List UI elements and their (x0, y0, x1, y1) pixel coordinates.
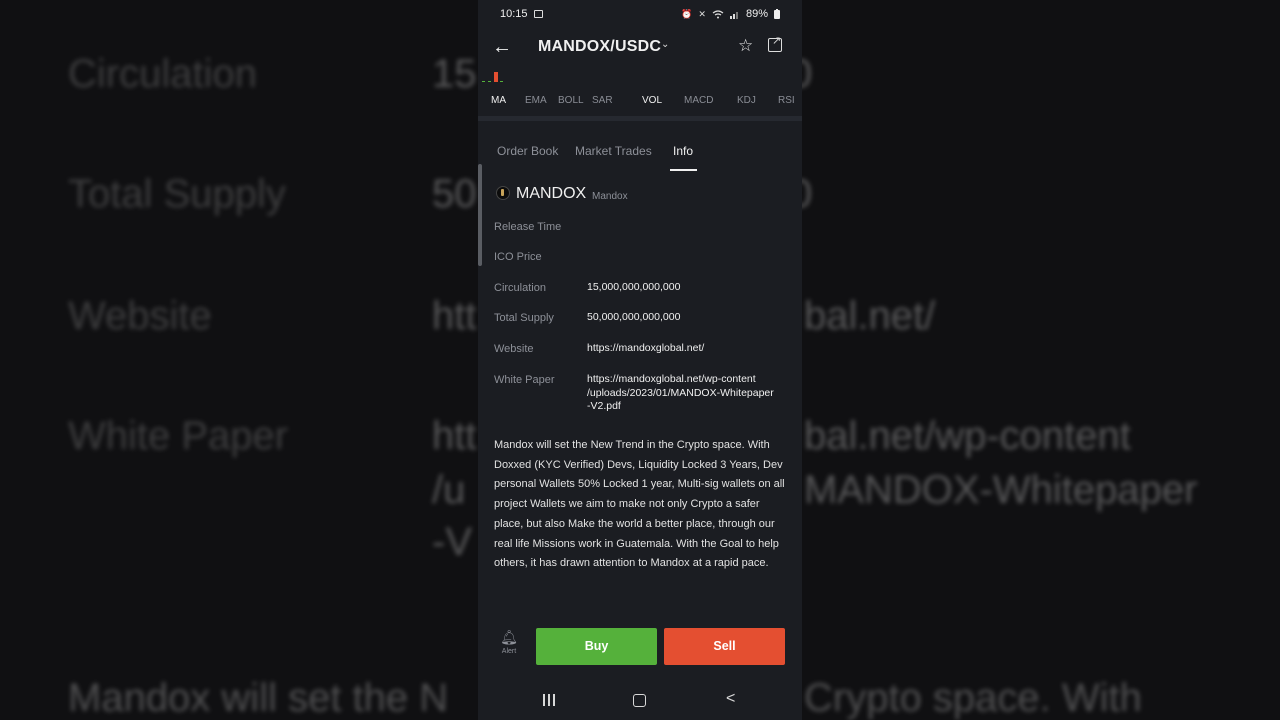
trade-action-bar: 🔔︎ Alert Buy Sell (478, 628, 802, 666)
bg-value-total-supply: 50 (432, 172, 477, 216)
signal-icon (729, 11, 738, 19)
coin-logo-icon (496, 186, 510, 200)
indicator-kdj[interactable]: KDJ (737, 95, 756, 106)
star-icon[interactable]: ☆ (738, 36, 753, 56)
share-icon[interactable] (768, 34, 782, 52)
status-time: 10:15 (500, 8, 528, 20)
tab-market-trades[interactable]: Market Trades (575, 144, 652, 158)
bg-description: Mandox will set the N (68, 676, 449, 720)
ico-price-label: ICO Price (494, 251, 542, 263)
indicator-vol[interactable]: VOL (642, 95, 662, 106)
bell-icon: 🔔︎ (500, 629, 518, 645)
coin-symbol: MANDOX (516, 185, 587, 202)
bg-value-white-paper: htt (432, 414, 477, 458)
bg-description-right: Crypto space. With (804, 676, 1142, 720)
bg-label-website: Website (68, 294, 212, 338)
white-paper-link-line: /uploads/2023/01/MANDOX-Whitepaper (587, 386, 774, 399)
indicator-ema[interactable]: EMA (525, 95, 547, 106)
website-label: Website (494, 343, 534, 355)
volume-bars (482, 72, 503, 82)
website-link[interactable]: https://mandoxglobal.net/ (587, 342, 792, 356)
indicator-ma[interactable]: MA (491, 95, 506, 106)
bg-value-website: htt (432, 294, 477, 338)
system-nav-bar: < (478, 684, 802, 720)
video-icon (534, 10, 543, 18)
coin-name: Mandox (592, 191, 628, 202)
indicator-rsi[interactable]: RSI (778, 95, 795, 106)
bg-fragment: -V (432, 520, 472, 564)
tab-info[interactable]: Info (673, 144, 693, 158)
bg-label-total-supply: Total Supply (68, 172, 286, 216)
tab-order-book[interactable]: Order Book (497, 144, 558, 158)
pair-header: ← MANDOX/USDC ⌄ ☆ (478, 30, 802, 64)
active-tab-indicator (670, 169, 697, 171)
bg-label-white-paper: White Paper (68, 414, 289, 458)
total-supply-value: 50,000,000,000,000 (587, 311, 681, 323)
white-paper-link-line: https://mandoxglobal.net/wp-content (587, 373, 756, 385)
back-arrow-icon[interactable]: ← (492, 36, 512, 59)
bg-fragment: /u (432, 468, 466, 512)
alert-label: Alert (501, 648, 517, 655)
coin-description: Mandox will set the New Trend in the Cry… (494, 439, 785, 570)
bg-fragment: MANDOX-Whitepaper (804, 468, 1198, 512)
indicator-boll[interactable]: BOLL (558, 95, 584, 106)
buy-button[interactable]: Buy (536, 628, 657, 665)
circulation-label: Circulation (494, 282, 546, 294)
status-bar: 10:15 ⏰ ✕ 89% (478, 0, 802, 28)
sell-button[interactable]: Sell (664, 628, 785, 665)
mute-icon: ✕ (698, 8, 706, 19)
home-icon[interactable] (633, 694, 646, 707)
bg-fragment: bal.net/ (804, 294, 936, 338)
phone-screen: 10:15 ⏰ ✕ 89% ← MANDOX/USDC ⌄ ☆ MA EMA B… (478, 0, 802, 720)
white-paper-link-line: -V2.pdf (587, 400, 621, 412)
bg-fragment: bal.net/wp-content (804, 414, 1131, 458)
recent-apps-icon[interactable] (542, 694, 556, 706)
bg-value-circulation: 15 (432, 52, 477, 96)
bg-label-circulation: Circulation (68, 52, 257, 96)
release-time-label: Release Time (494, 221, 562, 233)
wifi-icon (712, 9, 724, 18)
circulation-value: 15,000,000,000,000 (587, 281, 681, 293)
white-paper-link[interactable]: https://mandoxglobal.net/wp-content /upl… (587, 373, 792, 414)
indicator-macd[interactable]: MACD (684, 95, 713, 106)
indicator-bar: MA EMA BOLL SAR VOL MACD KDJ RSI (478, 95, 802, 109)
alert-button[interactable]: 🔔︎ Alert (499, 629, 519, 655)
scroll-indicator (478, 164, 482, 266)
section-divider (478, 116, 802, 121)
info-tabs: Order Book Market Trades Info (478, 144, 802, 174)
nav-back-icon[interactable]: < (726, 690, 735, 708)
white-paper-label: White Paper (494, 374, 555, 386)
chevron-down-icon[interactable]: ⌄ (661, 39, 669, 50)
battery-percent: 89% (745, 8, 768, 20)
indicator-sar[interactable]: SAR (592, 95, 613, 106)
battery-icon (774, 9, 780, 19)
alarm-icon: ⏰ (681, 8, 693, 19)
pair-title[interactable]: MANDOX/USDC (538, 38, 661, 56)
total-supply-label: Total Supply (494, 312, 554, 324)
